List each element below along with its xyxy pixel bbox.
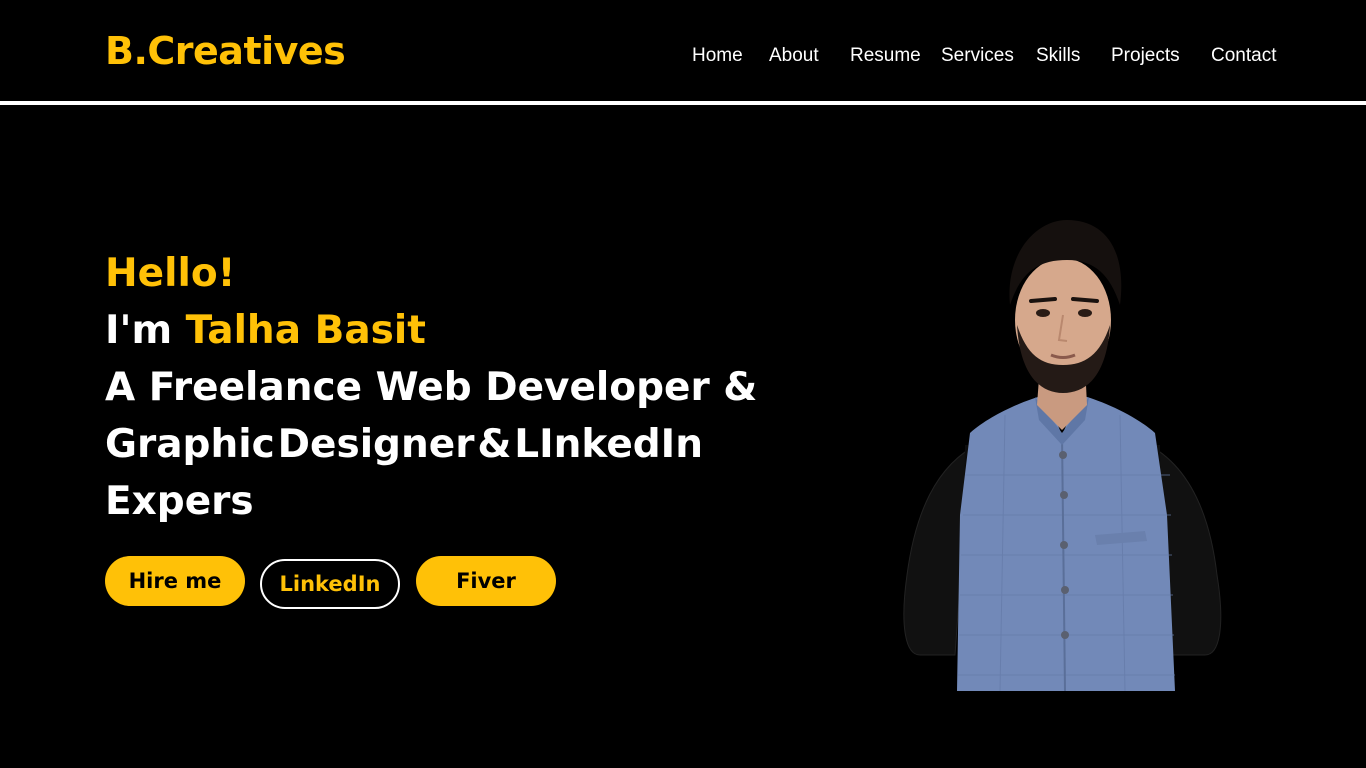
nav-home[interactable]: Home (692, 42, 743, 70)
nav-skills[interactable]: Skills (1036, 42, 1080, 70)
main-nav: Home About Resume Services Skills Projec… (0, 42, 1366, 70)
hero-tagline-line1: A Freelance Web Developer & (105, 365, 758, 410)
hero-tagline-word: & (477, 422, 512, 467)
hero-tagline-word: LInkedIn (514, 422, 703, 467)
fiver-button[interactable]: Fiver (416, 556, 556, 606)
hero-tagline-word: Graphic (105, 422, 275, 467)
nav-projects[interactable]: Projects (1111, 42, 1180, 70)
nav-contact[interactable]: Contact (1211, 42, 1276, 70)
nav-resume[interactable]: Resume (850, 42, 921, 70)
hero-intro-prefix: I'm (105, 308, 186, 353)
nav-about[interactable]: About (769, 42, 819, 70)
hero-tagline-line2: Graphic Designer & LInkedIn (105, 416, 703, 473)
page: B.Creatives Home About Resume Services S… (0, 0, 1366, 768)
hero-heading: Hello! I'm Talha Basit A Freelance Web D… (105, 245, 758, 530)
hero-name: Talha Basit (185, 308, 426, 353)
profile-portrait (903, 220, 1222, 691)
hero-greeting: Hello! (105, 251, 236, 296)
hero-intro: I'm Talha Basit (105, 302, 705, 359)
hero-tagline-word: Designer (277, 422, 475, 467)
hire-me-button[interactable]: Hire me (105, 556, 245, 606)
header-divider (0, 101, 1366, 105)
nav-services[interactable]: Services (941, 42, 1014, 70)
linkedin-button[interactable]: LinkedIn (260, 559, 400, 609)
hero-tagline-line3: Expers (105, 479, 254, 524)
